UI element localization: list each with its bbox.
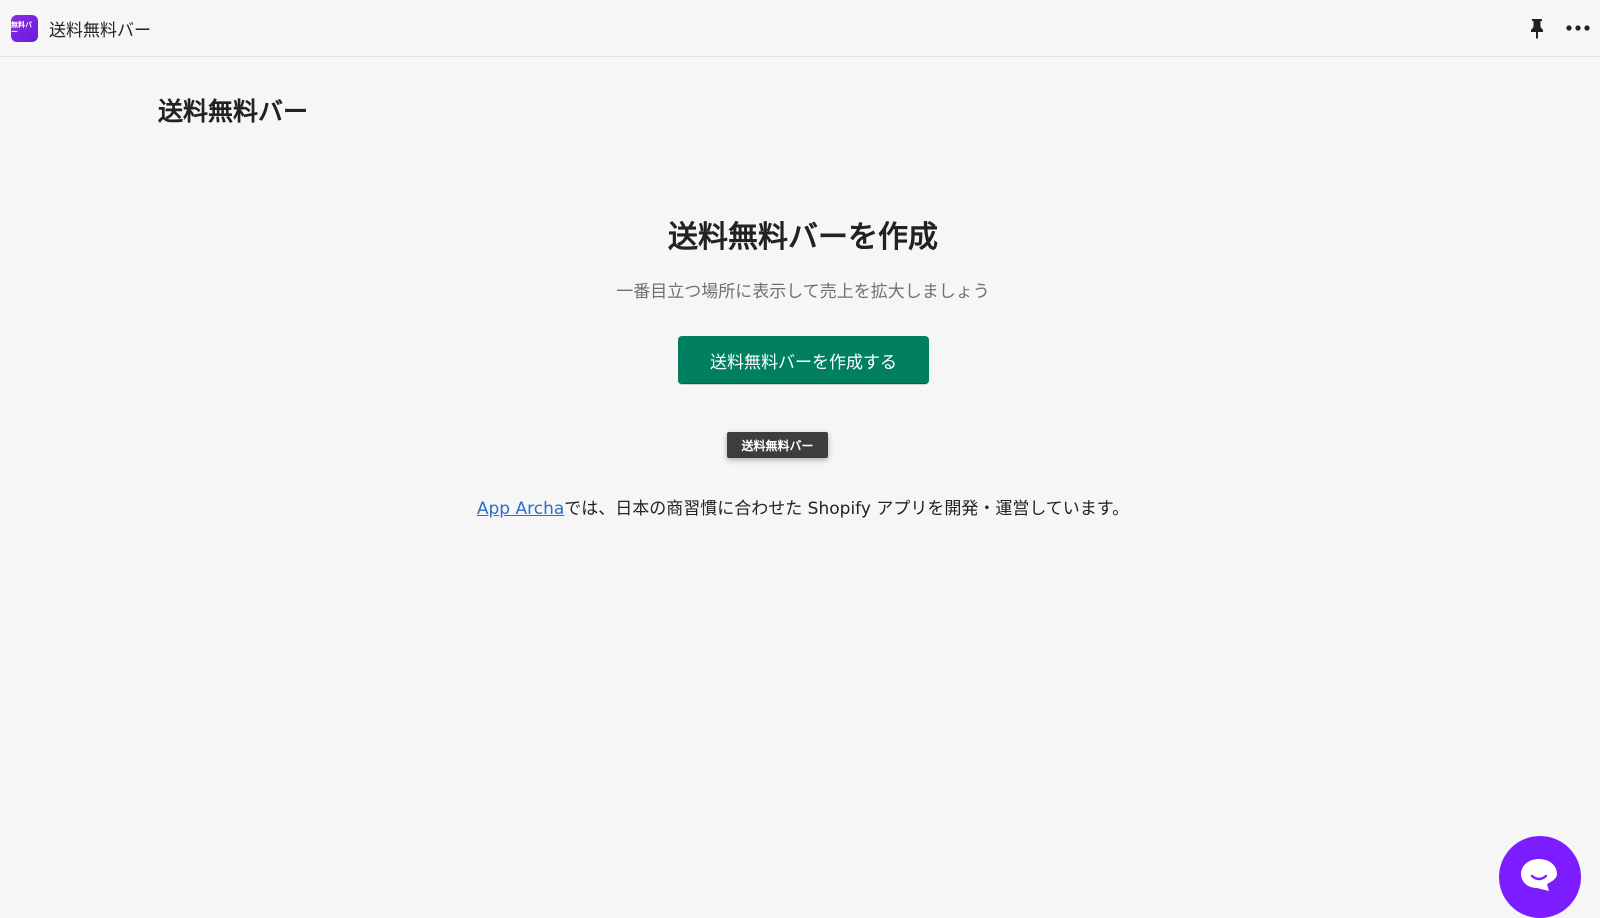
top-bar: 無料バー 送料無料バー: [0, 0, 1600, 57]
pin-icon[interactable]: [1527, 17, 1547, 39]
footer-text: App Archaでは、日本の商習慣に合わせた Shopify アプリを開発・運…: [0, 494, 1600, 519]
hero-subtitle: 一番目立つ場所に表示して売上を拡大しましょう: [616, 282, 990, 302]
app-logo-icon: 無料バー: [11, 15, 38, 42]
preview-badge: 送料無料バー: [727, 432, 828, 458]
app-archa-link[interactable]: App Archa: [477, 499, 564, 519]
app-logo-text: 無料バー: [11, 20, 32, 36]
preview-badge-label: 送料無料バー: [741, 438, 814, 453]
hero-title: 送料無料バーを作成: [668, 220, 938, 255]
chat-bubble-icon: [1519, 857, 1559, 893]
chat-launcher-button[interactable]: [1499, 836, 1581, 918]
page-title: 送料無料バー: [158, 97, 309, 126]
footer-description: では、日本の商習慣に合わせた Shopify アプリを開発・運営しています。: [564, 499, 1130, 519]
app-name: 送料無料バー: [49, 21, 151, 41]
create-bar-button[interactable]: 送料無料バーを作成する: [678, 336, 929, 384]
more-horizontal-icon[interactable]: [1565, 17, 1591, 39]
